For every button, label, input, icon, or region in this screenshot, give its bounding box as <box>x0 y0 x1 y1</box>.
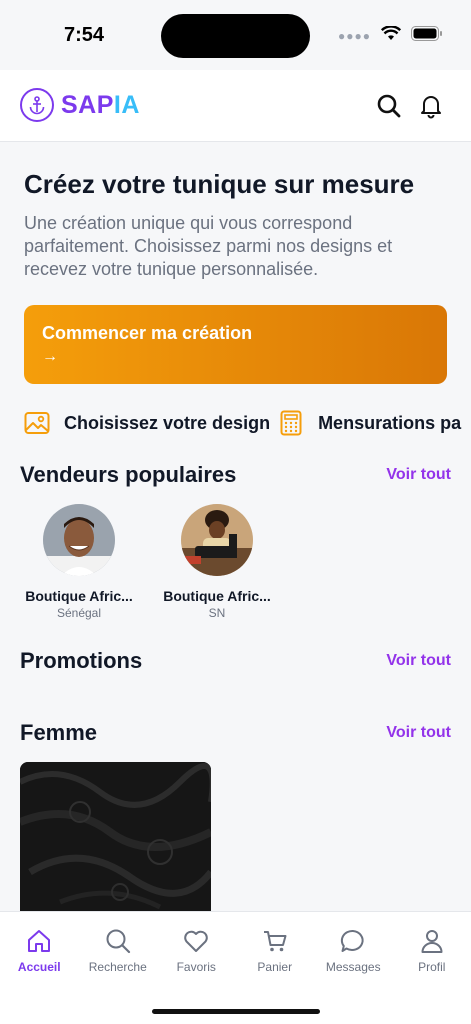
bell-icon[interactable] <box>417 92 445 120</box>
tab-label: Recherche <box>88 960 147 974</box>
status-bar: 7:54 ●●●● <box>0 0 471 70</box>
feature-choose-design[interactable]: Choisissez votre design <box>24 410 270 436</box>
avatar <box>43 504 115 576</box>
tab-label: Accueil <box>17 960 61 974</box>
app-header: SAPIA <box>0 70 471 142</box>
dynamic-island <box>161 14 310 58</box>
chat-icon <box>338 926 368 956</box>
tab-label: Favoris <box>176 960 216 974</box>
tab-recherche[interactable]: Recherche <box>79 926 158 974</box>
arrow-right-icon: → <box>42 348 58 365</box>
home-indicator[interactable] <box>152 1009 320 1014</box>
search-icon[interactable] <box>375 92 403 120</box>
promotions-section-header: Promotions Voir tout <box>20 648 451 674</box>
product-card[interactable] <box>20 762 211 912</box>
vendor-name: Boutique Afric... <box>25 588 133 604</box>
signal-icon: ●●●● <box>338 29 371 43</box>
tab-messages[interactable]: Messages <box>314 926 393 974</box>
logo-text-part1: SAP <box>61 90 114 119</box>
search-icon <box>103 926 133 956</box>
tab-profil[interactable]: Profil <box>393 926 471 974</box>
battery-icon <box>411 26 443 46</box>
vendor-country: SN <box>208 606 226 620</box>
calculator-icon <box>278 410 304 436</box>
bottom-tab-bar: Accueil Recherche Favoris Panier Message… <box>0 911 471 1024</box>
product-image <box>20 762 211 912</box>
tab-favoris[interactable]: Favoris <box>157 926 236 974</box>
home-icon <box>24 926 54 956</box>
feature-measurements[interactable]: Mensurations pa <box>278 410 461 436</box>
femme-section-header: Femme Voir tout <box>20 720 451 746</box>
vendors-section-header: Vendeurs populaires Voir tout <box>20 462 451 488</box>
feature-label: Mensurations pa <box>318 412 462 433</box>
status-indicators: ●●●● <box>338 25 443 46</box>
see-all-vendors-link[interactable]: Voir tout <box>386 466 451 484</box>
vendors-list: Boutique Afric... Sénégal Boutique Afric… <box>20 504 276 620</box>
anchor-icon <box>20 88 54 122</box>
vendor-country: Sénégal <box>56 606 102 620</box>
section-title: Promotions <box>20 648 143 673</box>
image-icon <box>24 410 50 436</box>
tab-label: Profil <box>418 960 446 974</box>
see-all-femme-link[interactable]: Voir tout <box>386 724 451 742</box>
cta-label: Commencer ma création <box>42 323 253 343</box>
section-title: Vendeurs populaires <box>20 462 237 487</box>
logo-text-part2: IA <box>113 90 140 119</box>
tab-label: Messages <box>325 960 381 974</box>
feature-label: Choisissez votre design <box>64 412 271 433</box>
vendor-name: Boutique Afric... <box>163 588 271 604</box>
tab-list: Accueil Recherche Favoris Panier Message… <box>0 926 471 974</box>
hero-section: Créez votre tunique sur mesure Une créat… <box>24 168 454 281</box>
cart-icon <box>260 926 290 956</box>
tab-label: Panier <box>257 960 293 974</box>
section-title: Femme <box>20 720 98 745</box>
avatar <box>181 504 253 576</box>
hero-title: Créez votre tunique sur mesure <box>24 169 415 199</box>
tab-accueil[interactable]: Accueil <box>0 926 79 974</box>
hero-subtitle: Une création unique qui vous correspond … <box>24 213 393 279</box>
app-logo[interactable]: SAPIA <box>20 88 140 122</box>
vendor-card[interactable]: Boutique Afric... SN <box>158 504 276 620</box>
user-icon <box>417 926 447 956</box>
header-actions <box>375 92 445 120</box>
heart-icon <box>181 926 211 956</box>
wifi-icon <box>380 25 402 46</box>
features-row[interactable]: Choisissez votre design Mensurations pa <box>24 406 471 440</box>
logo-text: SAPIA <box>61 91 140 120</box>
status-time: 7:54 <box>64 24 105 46</box>
see-all-promotions-link[interactable]: Voir tout <box>386 652 451 670</box>
start-creation-button[interactable]: Commencer ma création → <box>24 305 447 384</box>
vendor-card[interactable]: Boutique Afric... Sénégal <box>20 504 138 620</box>
tab-panier[interactable]: Panier <box>236 926 315 974</box>
